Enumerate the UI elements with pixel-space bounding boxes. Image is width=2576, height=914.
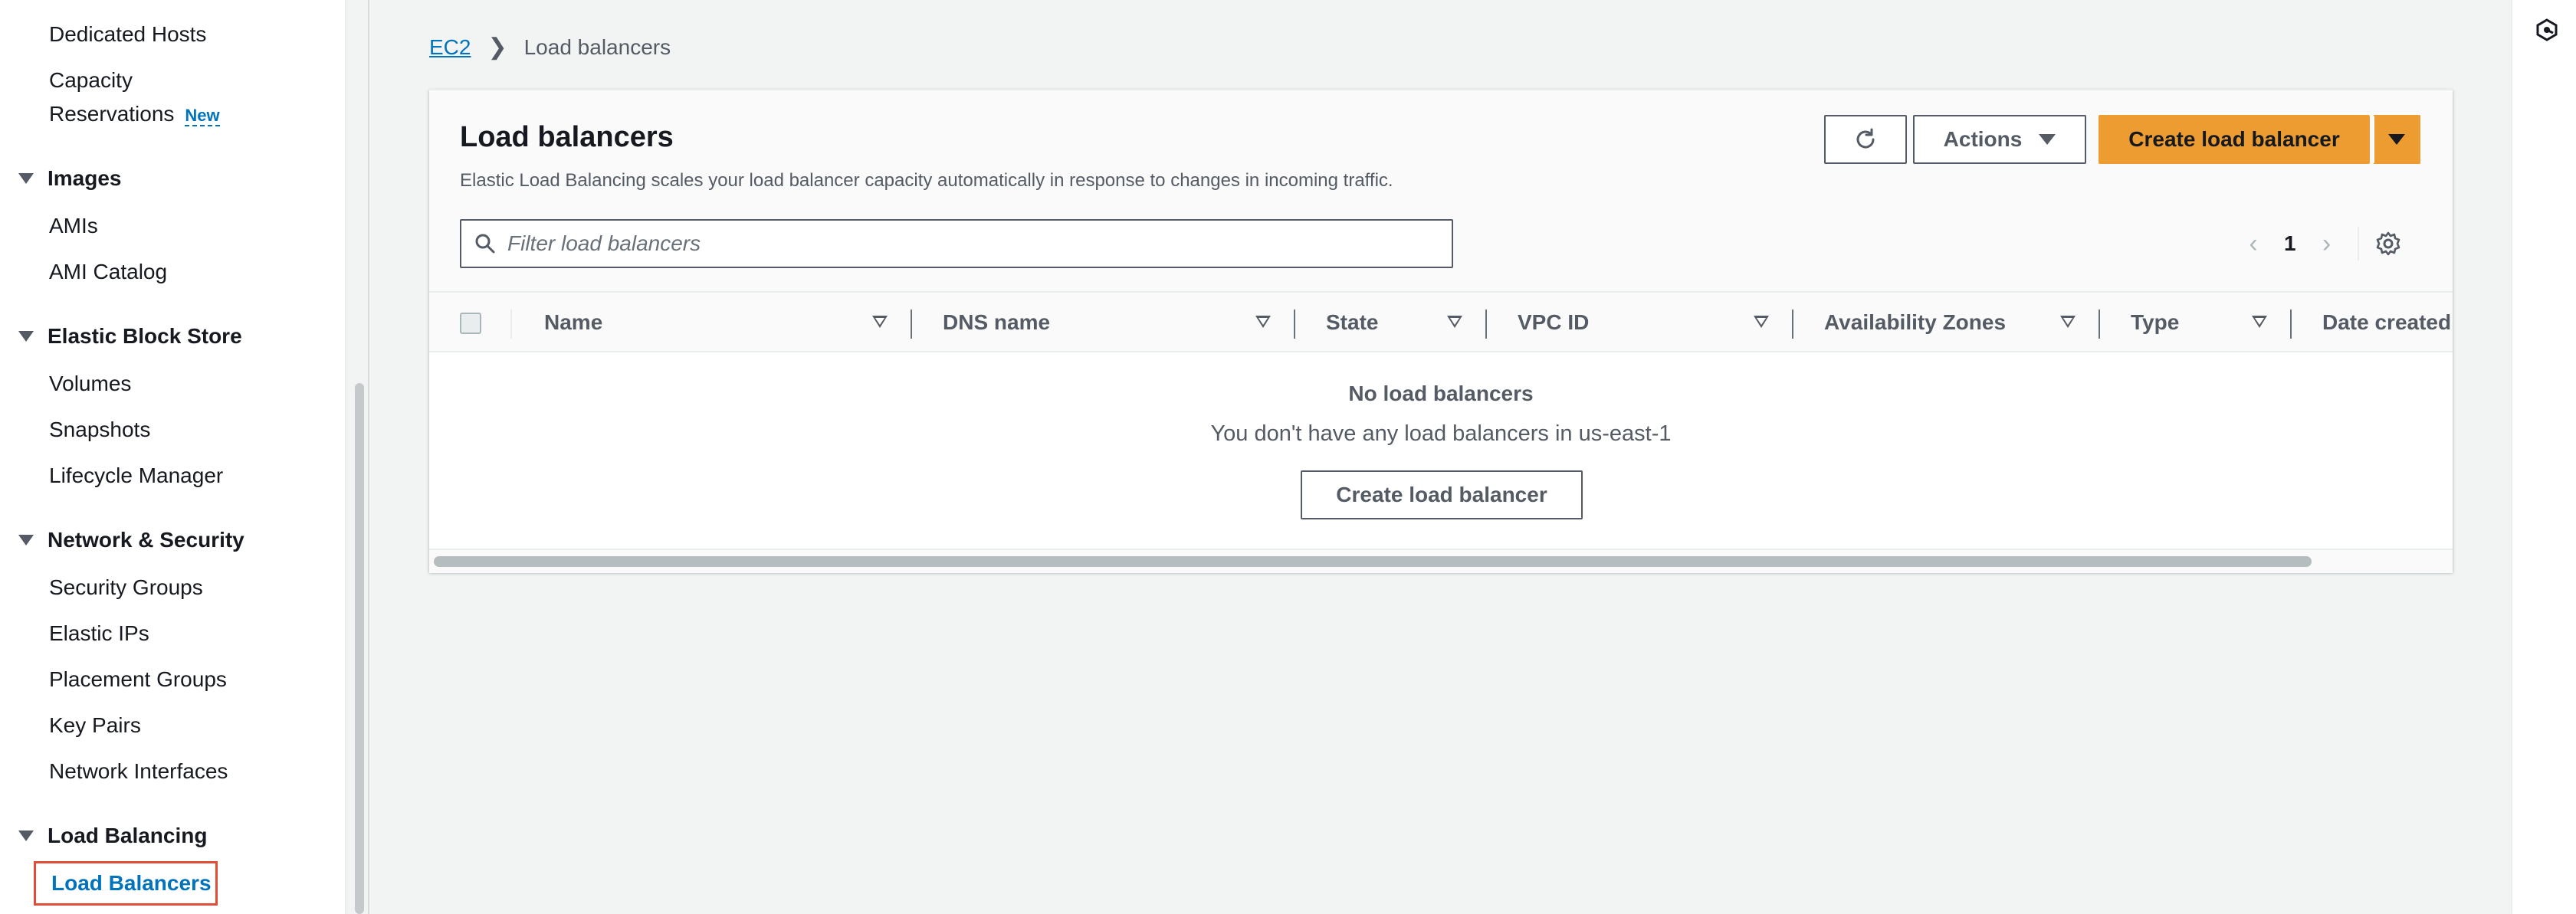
section-title: Elastic Block Store bbox=[48, 324, 242, 348]
column-divider[interactable] bbox=[1485, 310, 1487, 339]
sidebar-item-lifecycle-manager[interactable]: Lifecycle Manager bbox=[49, 463, 223, 489]
caret-down-icon bbox=[18, 535, 34, 545]
filter-search-box[interactable] bbox=[460, 219, 1453, 268]
column-header-type[interactable]: Type bbox=[2131, 293, 2179, 352]
actions-label: Actions bbox=[1943, 127, 2023, 151]
table-horizontal-scrollbar[interactable] bbox=[429, 549, 2453, 573]
caret-down-icon bbox=[18, 830, 34, 841]
sidebar-item-capacity[interactable]: Capacity bbox=[49, 67, 133, 93]
create-load-balancer-menu-button[interactable] bbox=[2373, 115, 2420, 164]
chevron-right-icon: ❯ bbox=[487, 34, 507, 60]
scrollbar-thumb[interactable] bbox=[434, 556, 2312, 567]
section-title: Images bbox=[48, 166, 122, 190]
caret-down-icon bbox=[18, 173, 34, 184]
sidebar-item-amis[interactable]: AMIs bbox=[49, 213, 98, 239]
hexagon-icon[interactable] bbox=[2535, 18, 2558, 41]
scrollbar-thumb[interactable] bbox=[355, 383, 364, 914]
sidebar-item-label: Load Balancers bbox=[51, 871, 212, 895]
sidebar-item-volumes[interactable]: Volumes bbox=[49, 371, 131, 397]
sidebar-item-ami-catalog[interactable]: AMI Catalog bbox=[49, 259, 167, 285]
sidebar-section-network-security[interactable]: Network & Security bbox=[18, 527, 244, 553]
sidebar-section-elastic-block-store[interactable]: Elastic Block Store bbox=[18, 323, 242, 349]
empty-state-description: You don't have any load balancers in us-… bbox=[1210, 421, 1672, 446]
sidebar-item-network-interfaces[interactable]: Network Interfaces bbox=[49, 758, 228, 785]
column-divider[interactable] bbox=[911, 310, 912, 339]
column-divider[interactable] bbox=[2290, 310, 2292, 339]
sort-icon[interactable] bbox=[2060, 316, 2076, 328]
sidebar-item-dedicated-hosts[interactable]: Dedicated Hosts bbox=[49, 21, 206, 48]
panel-header: Load balancers Elastic Load Balancing sc… bbox=[429, 90, 2453, 293]
caret-down-icon bbox=[2039, 134, 2056, 145]
refresh-icon bbox=[1856, 128, 1875, 149]
sidebar-section-images[interactable]: Images bbox=[18, 165, 122, 192]
sidebar-item-elastic-ips[interactable]: Elastic IPs bbox=[49, 621, 149, 647]
section-title: Network & Security bbox=[48, 528, 244, 552]
caret-down-icon bbox=[2388, 134, 2405, 145]
empty-state-title: No load balancers bbox=[1348, 382, 1534, 405]
page-title: Load balancers bbox=[460, 121, 674, 153]
pagination: ‹ 1 › bbox=[2238, 222, 2402, 265]
select-all-checkbox[interactable] bbox=[460, 313, 481, 334]
caret-down-icon bbox=[18, 331, 34, 342]
column-divider[interactable] bbox=[2099, 310, 2100, 339]
new-badge: New bbox=[185, 106, 220, 126]
sidebar-item-load-balancers[interactable]: Load Balancers bbox=[34, 861, 218, 906]
sidebar-item-key-pairs[interactable]: Key Pairs bbox=[49, 713, 141, 739]
column-header-date-created[interactable]: Date created bbox=[2322, 293, 2451, 352]
right-rail bbox=[2511, 0, 2576, 914]
column-header-state[interactable]: State bbox=[1326, 293, 1378, 352]
breadcrumb-current: Load balancers bbox=[523, 34, 671, 59]
page-description: Elastic Load Balancing scales your load … bbox=[460, 170, 1393, 191]
sort-icon[interactable] bbox=[2252, 316, 2267, 328]
sidebar-section-load-balancing[interactable]: Load Balancing bbox=[18, 823, 207, 849]
sort-icon[interactable] bbox=[872, 316, 888, 328]
column-divider[interactable] bbox=[1294, 310, 1295, 339]
sidebar-item-placement-groups[interactable]: Placement Groups bbox=[49, 667, 227, 693]
sort-icon[interactable] bbox=[1447, 316, 1462, 328]
column-header-dns-name[interactable]: DNS name bbox=[943, 293, 1050, 352]
gear-icon[interactable] bbox=[2374, 230, 2402, 257]
page-number[interactable]: 1 bbox=[2284, 231, 2296, 256]
filter-load-balancers-input[interactable] bbox=[507, 231, 1427, 256]
load-balancers-panel: Load balancers Elastic Load Balancing sc… bbox=[429, 89, 2453, 573]
breadcrumb-ec2-link[interactable]: EC2 bbox=[429, 35, 471, 60]
empty-create-load-balancer-button[interactable]: Create load balancer bbox=[1301, 470, 1583, 519]
breadcrumb: EC2 ❯ Load balancers bbox=[429, 34, 671, 61]
previous-page-icon[interactable]: ‹ bbox=[2238, 228, 2269, 259]
create-load-balancer-button[interactable]: Create load balancer bbox=[2099, 115, 2370, 164]
section-title: Load Balancing bbox=[48, 824, 208, 847]
refresh-button[interactable] bbox=[1824, 115, 1907, 164]
next-page-icon[interactable]: › bbox=[2312, 228, 2342, 259]
table-header: Name DNS name State VPC ID Availability … bbox=[429, 293, 2453, 352]
sidebar-item-security-groups[interactable]: Security Groups bbox=[49, 575, 203, 601]
column-divider[interactable] bbox=[1792, 310, 1793, 339]
sidebar-item-snapshots[interactable]: Snapshots bbox=[49, 417, 150, 443]
sidebar-scrollbar[interactable] bbox=[349, 0, 369, 914]
pager-divider bbox=[2357, 227, 2359, 260]
search-icon bbox=[475, 234, 495, 254]
sidebar-nav: Dedicated Hosts Capacity Reservations New… bbox=[0, 0, 346, 914]
sort-icon[interactable] bbox=[1255, 316, 1271, 328]
column-header-vpc-id[interactable]: VPC ID bbox=[1518, 293, 1589, 352]
column-header-availability-zones[interactable]: Availability Zones bbox=[1824, 293, 2006, 352]
column-header-name[interactable]: Name bbox=[544, 293, 602, 352]
column-divider bbox=[510, 310, 512, 339]
sidebar-item-capacity-reservations[interactable]: Reservations New bbox=[49, 101, 220, 129]
sidebar-item-label: Reservations bbox=[49, 102, 175, 126]
sort-icon[interactable] bbox=[1754, 316, 1769, 328]
actions-dropdown-button[interactable]: Actions bbox=[1913, 115, 2086, 164]
